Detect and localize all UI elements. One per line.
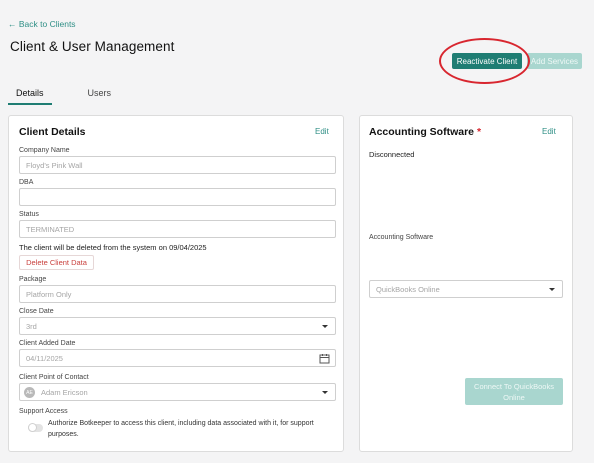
support-access-description-line1: Authorize Botkeeper to access this clien… [48, 420, 314, 427]
tab-users[interactable]: Users [80, 86, 120, 105]
client-details-title: Client Details [19, 126, 86, 138]
dba-field[interactable] [19, 188, 336, 206]
package-field[interactable]: Platform Only [19, 285, 336, 303]
point-of-contact-label: Client Point of Contact [19, 374, 89, 381]
chevron-down-icon [322, 391, 328, 394]
company-name-field[interactable]: Floyd's Pink Wall [19, 156, 336, 174]
client-details-card: Client Details Edit Company Name Floyd's… [8, 115, 344, 452]
close-date-value: 3rd [26, 321, 37, 331]
accounting-software-label: Accounting Software [369, 234, 434, 241]
chevron-down-icon [322, 325, 328, 328]
support-access-label: Support Access [19, 408, 68, 415]
calendar-icon[interactable] [319, 353, 330, 364]
toggle-knob [28, 423, 37, 432]
company-name-label: Company Name [19, 147, 70, 154]
close-date-label: Close Date [19, 308, 54, 315]
required-mark: * [476, 126, 482, 138]
connect-label-line1: Connect To QuickBooks [474, 381, 554, 391]
client-added-date-field[interactable]: 04/11/2025 [19, 349, 336, 367]
accounting-software-select[interactable]: QuickBooks Online [369, 280, 563, 298]
point-of-contact-select[interactable]: AE Adam Ericson [19, 383, 336, 401]
package-label: Package [19, 276, 47, 283]
support-access-description-line2: purposes. [48, 431, 79, 438]
support-access-description: Authorize Botkeeper to access this clien… [48, 418, 340, 440]
add-services-button[interactable]: Add Services [527, 53, 582, 69]
point-of-contact-value: Adam Ericson [41, 387, 88, 397]
connect-label-line2: Online [503, 392, 525, 402]
accounting-software-title-text: Accounting Software [369, 126, 475, 138]
client-added-date-label: Client Added Date [19, 340, 76, 347]
client-added-date-value: 04/11/2025 [26, 353, 63, 363]
connection-status: Disconnected [369, 150, 415, 159]
avatar: AE [24, 387, 35, 398]
highlight-annotation-ellipse [439, 38, 530, 84]
delete-client-data-button[interactable]: Delete Client Data [19, 255, 94, 270]
dba-label: DBA [19, 179, 34, 186]
close-date-select[interactable]: 3rd [19, 317, 336, 335]
connect-quickbooks-button[interactable]: Connect To QuickBooks Online [465, 378, 563, 405]
deletion-notice: The client will be deleted from the syst… [19, 243, 207, 252]
status-label: Status [19, 211, 39, 218]
page-title: Client & User Management [10, 39, 175, 54]
accounting-software-title: Accounting Software * [369, 126, 481, 138]
tab-bar: Details Users [8, 86, 147, 105]
accounting-software-value: QuickBooks Online [376, 284, 440, 294]
status-field[interactable]: TERMINATED [19, 220, 336, 238]
client-details-edit-link[interactable]: Edit [315, 127, 329, 136]
tab-details[interactable]: Details [8, 86, 52, 105]
accounting-edit-link[interactable]: Edit [542, 127, 556, 136]
support-access-toggle[interactable] [28, 423, 43, 432]
back-to-clients-link[interactable]: ← Back to Clients [8, 19, 76, 29]
chevron-down-icon [549, 288, 555, 291]
